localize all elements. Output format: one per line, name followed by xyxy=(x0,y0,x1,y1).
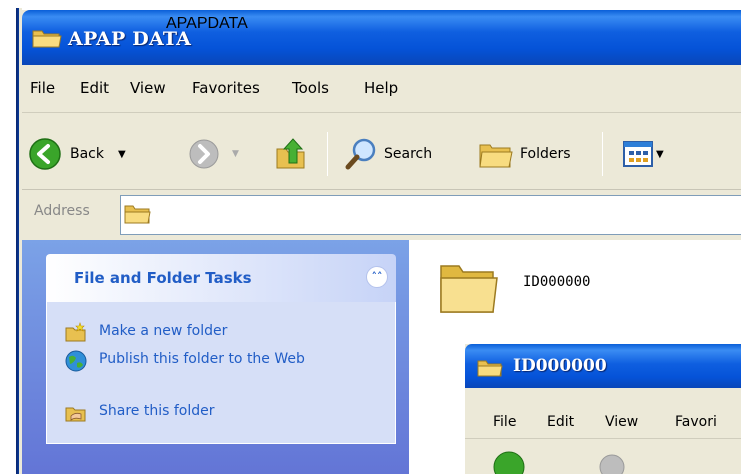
tasks-list: Make a new folder Publish this folder to… xyxy=(46,302,396,444)
folders-button[interactable]: Folders xyxy=(478,134,571,174)
menu-file[interactable]: File xyxy=(30,79,55,97)
task-label: Publish this folder to the Web xyxy=(99,351,305,367)
folder-icon xyxy=(477,360,503,377)
folder-up-icon xyxy=(276,138,305,169)
address-input[interactable] xyxy=(120,195,741,235)
menu-favorites[interactable]: Favorites xyxy=(192,79,260,97)
task-label: Make a new folder xyxy=(99,323,228,339)
forward-dropdown-icon: ▼ xyxy=(232,149,239,159)
back-label: Back xyxy=(70,146,104,162)
menu-file[interactable]: File xyxy=(493,414,516,430)
back-button[interactable]: Back ▼ xyxy=(28,134,126,174)
folders-label: Folders xyxy=(520,146,571,162)
task-new-folder[interactable]: Make a new folder xyxy=(65,322,227,344)
tasks-header[interactable]: File and Folder Tasks ˄˄ xyxy=(46,254,396,302)
task-publish[interactable]: Publish this folder to the Web xyxy=(65,350,329,372)
up-folder-button[interactable] xyxy=(274,134,308,174)
views-dropdown-icon[interactable]: ▼ xyxy=(656,149,664,160)
views-icon xyxy=(623,141,653,167)
menu-bar: File Edit View Favori xyxy=(465,388,741,438)
menu-bar: File Edit View Favorites Tools Help xyxy=(22,65,741,113)
title-bar[interactable]: ID000000 xyxy=(465,344,741,388)
address-value[interactable]: APAPDATA xyxy=(166,15,248,33)
task-pane: File and Folder Tasks ˄˄ Make a new fold… xyxy=(22,240,409,474)
forward-arrow-icon xyxy=(189,139,219,169)
menu-view[interactable]: View xyxy=(130,79,166,97)
task-label: Share this folder xyxy=(99,403,215,419)
tasks-title: File and Folder Tasks xyxy=(74,269,252,287)
search-button[interactable]: Search xyxy=(344,134,432,174)
collapse-chevron-icon[interactable]: ˄˄ xyxy=(366,266,388,288)
toolbar xyxy=(465,438,741,474)
window-title: ID000000 xyxy=(513,356,607,376)
search-icon xyxy=(345,138,376,170)
address-bar: Address xyxy=(22,190,741,240)
menu-view[interactable]: View xyxy=(605,414,638,430)
search-label: Search xyxy=(384,146,433,162)
back-arrow-icon[interactable] xyxy=(489,447,529,474)
forward-arrow-icon[interactable] xyxy=(597,449,627,474)
folder-icon xyxy=(32,30,62,48)
folder-icon xyxy=(124,205,151,224)
menu-help[interactable]: Help xyxy=(364,79,398,97)
menu-tools[interactable]: Tools xyxy=(292,79,329,97)
title-bar[interactable]: APAP DATA xyxy=(22,10,741,65)
toolbar-separator xyxy=(327,132,328,176)
back-arrow-icon xyxy=(29,138,61,170)
address-label: Address xyxy=(34,203,90,219)
menu-edit[interactable]: Edit xyxy=(547,414,574,430)
folder-icon[interactable] xyxy=(437,258,499,316)
back-dropdown-icon[interactable]: ▼ xyxy=(118,149,126,160)
forward-button[interactable]: ▼ xyxy=(188,134,239,174)
share-folder-icon xyxy=(65,407,86,422)
globe-icon xyxy=(65,350,87,372)
views-button[interactable]: ▼ xyxy=(622,134,664,174)
toolbar-separator xyxy=(602,132,603,176)
task-share[interactable]: Share this folder xyxy=(65,402,215,424)
folders-icon xyxy=(479,144,513,168)
menu-favorites[interactable]: Favori xyxy=(675,414,717,430)
folder-name[interactable]: ID000000 xyxy=(523,274,590,290)
address-overlay xyxy=(161,196,741,234)
nested-explorer-window: ID000000 File Edit View Favori xyxy=(465,344,741,474)
toolbar: Back ▼ ▼ Search Folders ▼ xyxy=(22,114,741,190)
new-folder-icon xyxy=(65,322,86,342)
menu-edit[interactable]: Edit xyxy=(80,79,109,97)
